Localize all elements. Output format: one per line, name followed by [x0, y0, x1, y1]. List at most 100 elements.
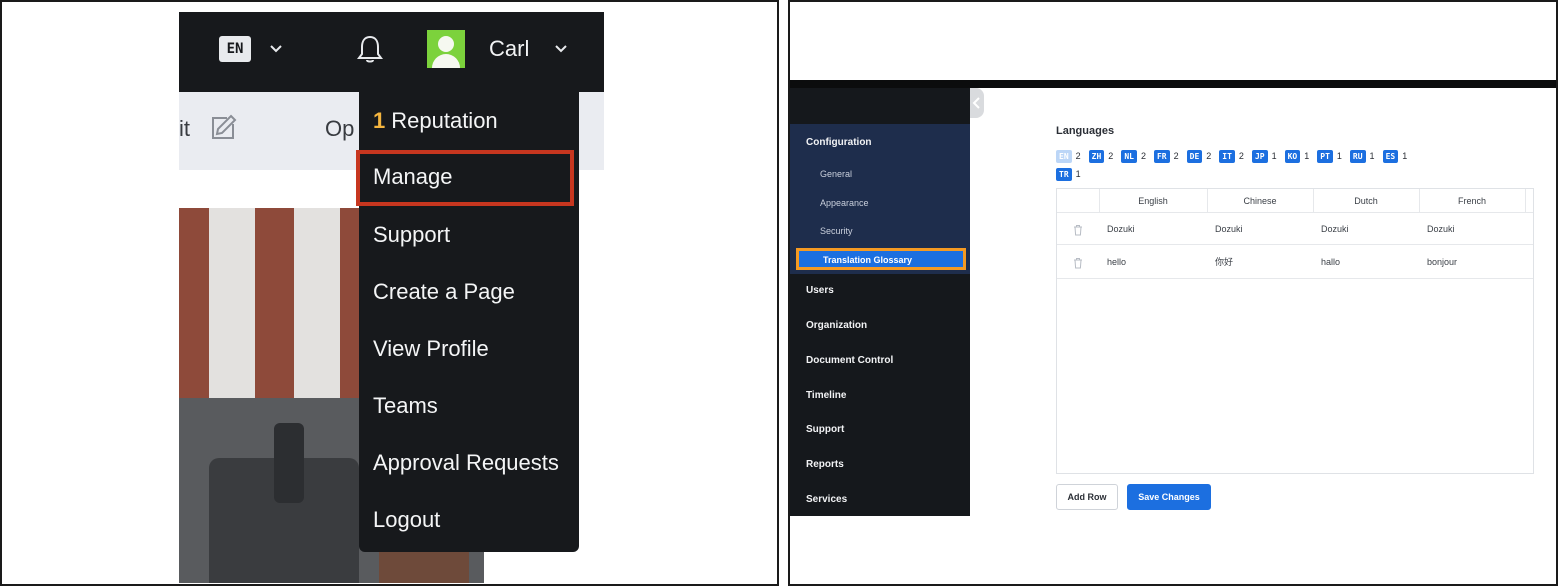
- table-cell[interactable]: hello: [1107, 245, 1207, 278]
- add-row-button[interactable]: Add Row: [1056, 484, 1118, 510]
- language-count: 1: [1402, 150, 1408, 161]
- column-header-dutch: Dutch: [1354, 195, 1378, 206]
- bell-icon[interactable]: [357, 34, 383, 64]
- reputation-label: Reputation: [391, 108, 498, 133]
- language-pill[interactable]: ZH 2: [1088, 149, 1114, 163]
- language-pill[interactable]: RU 1: [1349, 149, 1375, 163]
- menu-item-support[interactable]: Support: [373, 220, 450, 250]
- edit-icon[interactable]: [209, 112, 239, 142]
- sidebar-collapse-toggle[interactable]: [970, 88, 984, 118]
- sidebar-item-document-control[interactable]: Document Control: [806, 354, 893, 368]
- language-selector[interactable]: EN: [219, 36, 251, 62]
- translation-glossary-table: English Chinese Dutch French Dozuki Dozu…: [1056, 188, 1534, 474]
- menu-item-teams[interactable]: Teams: [373, 391, 438, 421]
- menu-item-create-page[interactable]: Create a Page: [373, 277, 515, 307]
- sidebar-item-support[interactable]: Support: [806, 423, 844, 437]
- languages-title: Languages: [1056, 125, 1115, 137]
- table-cell[interactable]: Dozuki: [1427, 213, 1525, 244]
- language-pill[interactable]: TR 1: [1056, 167, 1081, 181]
- language-pills-row: EN 2 ZH 2 NL 2 FR 2 DE 2 IT 2 JP 1 KO 1 PT 1 RU 1 …: [1056, 149, 1415, 163]
- language-code: KO: [1284, 149, 1301, 163]
- table-row: Dozuki Dozuki Dozuki Dozuki: [1057, 213, 1533, 245]
- sidebar-item-translation-glossary[interactable]: Translation Glossary: [796, 248, 966, 270]
- reputation-count: 1: [373, 108, 386, 133]
- table-cell[interactable]: Dozuki: [1107, 213, 1207, 244]
- language-count: 1: [1336, 150, 1342, 161]
- sidebar-item-label: Translation Glossary: [823, 255, 913, 265]
- photo-arm: [274, 423, 304, 503]
- trash-icon[interactable]: [1073, 223, 1083, 236]
- table-cell[interactable]: Dozuki: [1215, 213, 1313, 244]
- language-pill[interactable]: DE 2: [1186, 149, 1211, 163]
- table-cell[interactable]: bonjour: [1427, 245, 1525, 278]
- language-code: IT: [1219, 149, 1235, 163]
- language-code: JP: [1251, 149, 1268, 163]
- language-pill[interactable]: NL 2: [1121, 149, 1146, 163]
- menu-item-view-profile[interactable]: View Profile: [373, 334, 489, 364]
- column-divider: [1525, 189, 1526, 213]
- language-code: EN: [1056, 149, 1072, 163]
- language-code: RU: [1349, 149, 1366, 163]
- menu-item-logout[interactable]: Logout: [373, 505, 440, 535]
- language-code: DE: [1186, 149, 1203, 163]
- edit-button-label[interactable]: it: [179, 114, 190, 144]
- menu-item-approval-requests[interactable]: Approval Requests: [373, 448, 559, 478]
- sidebar-item-reports[interactable]: Reports: [806, 458, 844, 472]
- language-code: PT: [1317, 149, 1333, 163]
- save-changes-button[interactable]: Save Changes: [1127, 484, 1211, 510]
- language-count: 1: [1075, 168, 1081, 179]
- sidebar-item-services[interactable]: Services: [806, 493, 847, 507]
- menu-item-manage[interactable]: Manage: [373, 162, 453, 192]
- chevron-down-icon[interactable]: [269, 42, 283, 56]
- table-cell[interactable]: 你好: [1215, 245, 1313, 278]
- sidebar-item-timeline[interactable]: Timeline: [806, 389, 846, 403]
- column-header-english: English: [1138, 195, 1168, 206]
- language-pills-row: TR 1: [1056, 167, 1089, 181]
- sidebar-item-configuration[interactable]: Configuration: [806, 136, 872, 150]
- language-pill[interactable]: EN 2: [1056, 149, 1081, 163]
- column-header-chinese: Chinese: [1243, 195, 1277, 206]
- language-count: 2: [1238, 150, 1244, 161]
- language-count: 2: [1108, 150, 1114, 161]
- language-code: ES: [1382, 149, 1399, 163]
- top-navbar: EN Carl: [179, 12, 604, 92]
- chevron-left-icon: [972, 97, 980, 109]
- avatar-body: [432, 54, 460, 68]
- photo-letter-stroke: [209, 208, 255, 398]
- table-cell[interactable]: Dozuki: [1321, 213, 1419, 244]
- avatar[interactable]: [427, 30, 465, 68]
- user-name[interactable]: Carl: [489, 34, 529, 64]
- language-count: 2: [1075, 150, 1081, 161]
- admin-sidebar: Configuration General Appearance Securit…: [790, 88, 970, 516]
- language-pill[interactable]: PT 1: [1317, 149, 1342, 163]
- table-header-row: English Chinese Dutch French: [1057, 189, 1533, 213]
- language-pill[interactable]: IT 2: [1219, 149, 1244, 163]
- sidebar-item-users[interactable]: Users: [806, 284, 834, 298]
- language-code: FR: [1153, 149, 1170, 163]
- sidebar-item-security[interactable]: Security: [820, 225, 853, 238]
- language-pill[interactable]: JP 1: [1251, 149, 1277, 163]
- language-code: TR: [1056, 167, 1072, 181]
- avatar-head: [438, 36, 454, 52]
- sidebar-item-appearance[interactable]: Appearance: [820, 197, 869, 210]
- options-button-label[interactable]: Op: [325, 114, 354, 144]
- language-count: 1: [1369, 150, 1375, 161]
- sidebar-item-organization[interactable]: Organization: [806, 319, 867, 333]
- table-row: hello 你好 hallo bonjour: [1057, 245, 1533, 279]
- trash-icon[interactable]: [1073, 256, 1083, 269]
- language-pill[interactable]: FR 2: [1153, 149, 1179, 163]
- menu-item-reputation[interactable]: 1 Reputation: [373, 106, 498, 136]
- top-bar: [790, 80, 1556, 88]
- sidebar-item-general[interactable]: General: [820, 168, 852, 181]
- user-dropdown-menu: 1 Reputation Manage Support Create a Page…: [356, 92, 579, 552]
- right-panel: Configuration General Appearance Securit…: [788, 0, 1558, 586]
- table-cell[interactable]: hallo: [1321, 245, 1419, 278]
- language-count: 1: [1271, 150, 1277, 161]
- chevron-down-icon[interactable]: [554, 42, 568, 56]
- language-count: 1: [1304, 150, 1310, 161]
- language-count: 2: [1173, 150, 1179, 161]
- language-pill[interactable]: KO 1: [1284, 149, 1310, 163]
- language-pill[interactable]: ES 1: [1382, 149, 1408, 163]
- language-code: ZH: [1088, 149, 1105, 163]
- language-count: 2: [1140, 150, 1146, 161]
